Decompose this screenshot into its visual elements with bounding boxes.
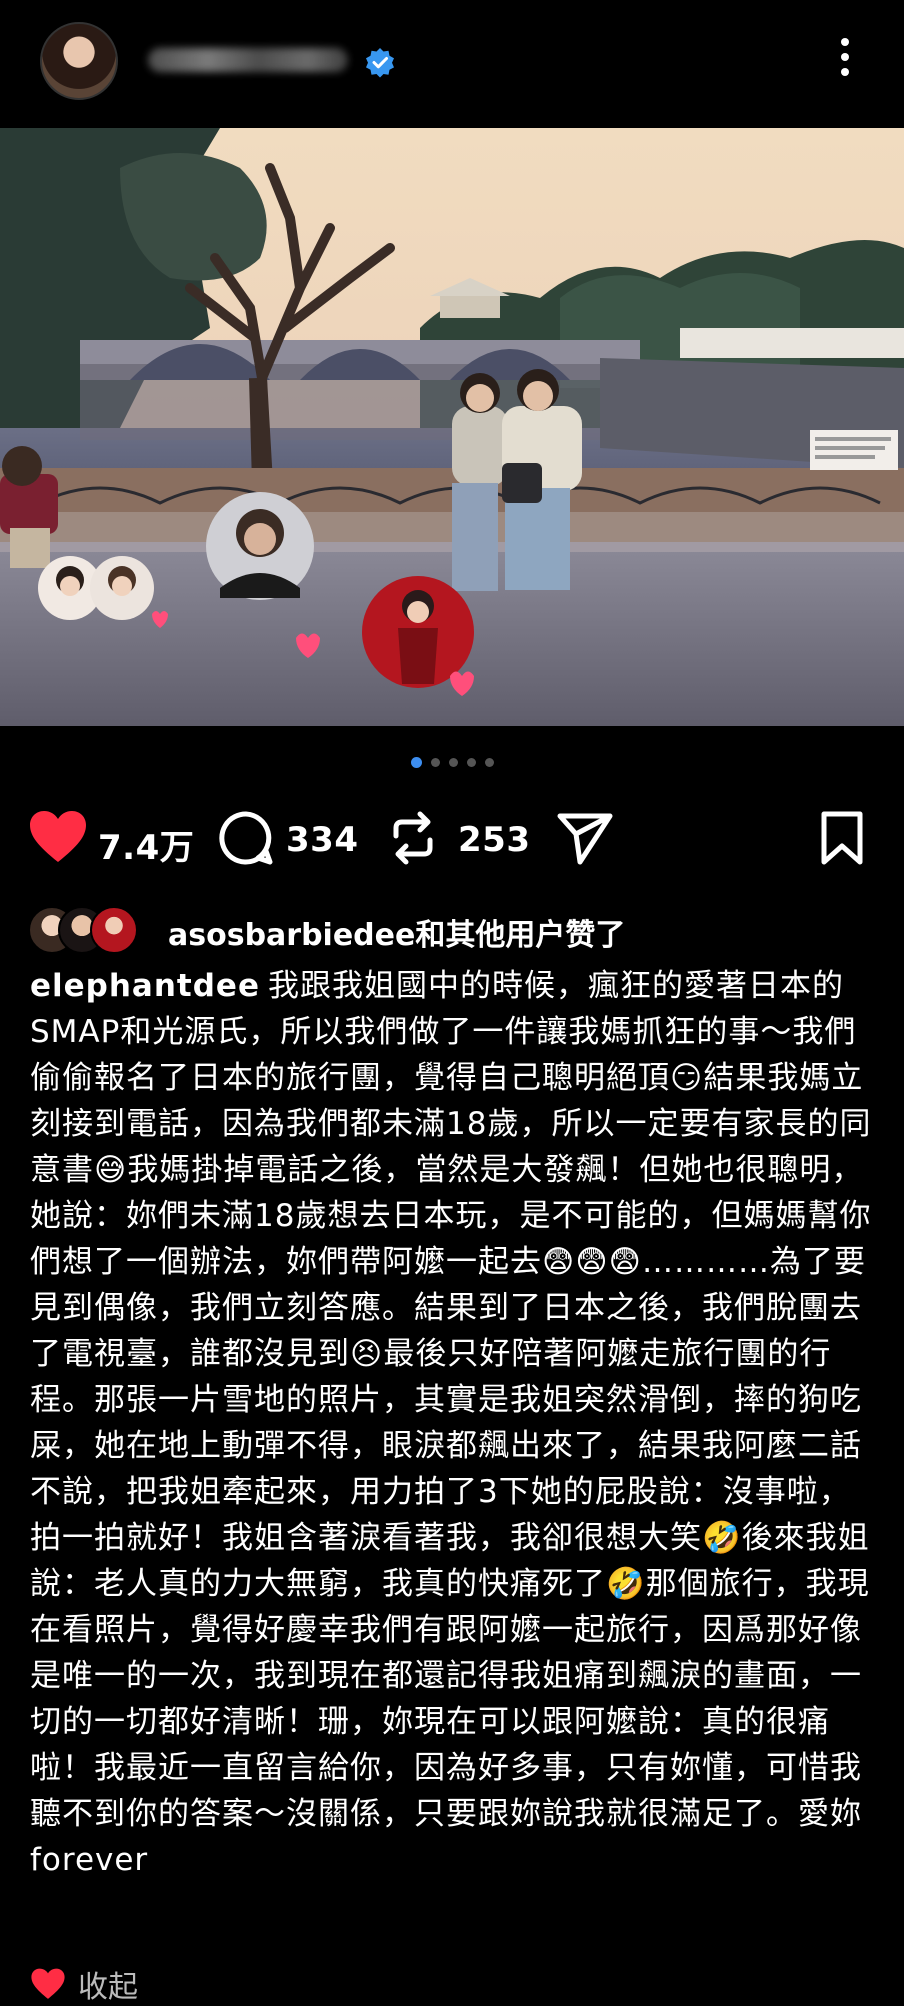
post-header	[0, 0, 904, 126]
author-username-blurred[interactable]	[148, 48, 348, 72]
carousel-dot[interactable]	[484, 758, 494, 767]
photo-scene	[0, 128, 904, 726]
carousel-dot[interactable]	[448, 758, 458, 767]
share-send-icon[interactable]	[556, 810, 614, 866]
verified-badge-icon	[366, 48, 394, 78]
comment-icon[interactable]	[218, 810, 274, 866]
carousel-dot[interactable]	[430, 758, 440, 767]
carousel-dot[interactable]	[466, 758, 476, 767]
liked-by-avatars[interactable]	[28, 900, 158, 956]
author-avatar[interactable]	[40, 22, 118, 100]
collapse-row[interactable]: 收起	[30, 1962, 138, 2006]
bookmark-icon[interactable]	[818, 810, 866, 866]
like-count[interactable]: 7.4万	[98, 820, 194, 869]
caption-username[interactable]: elephantdee	[30, 968, 260, 1004]
carousel-dots[interactable]	[0, 757, 904, 772]
heart-filled-icon[interactable]	[28, 810, 88, 864]
post-photo[interactable]	[0, 128, 904, 726]
liked-by-text: asosbarbiedee和其他用户赞了	[168, 918, 626, 953]
comment-count[interactable]: 334	[286, 820, 358, 860]
caption-text: 我跟我姐國中的時候，瘋狂的愛著日本的SMAP和光源氏，所以我們做了一件讓我媽抓狂…	[30, 968, 872, 1878]
collapse-label[interactable]: 收起	[78, 1962, 138, 2006]
action-bar: 7.4万 334 253	[0, 800, 904, 880]
heart-icon[interactable]	[30, 1968, 66, 2000]
repost-icon[interactable]	[388, 810, 438, 866]
post-caption: elephantdee 我跟我姐國中的時候，瘋狂的愛著日本的SMAP和光源氏，所以…	[30, 963, 880, 1883]
more-vertical-icon[interactable]	[838, 38, 852, 88]
repost-count[interactable]: 253	[458, 820, 530, 860]
carousel-dot-active[interactable]	[410, 757, 422, 768]
